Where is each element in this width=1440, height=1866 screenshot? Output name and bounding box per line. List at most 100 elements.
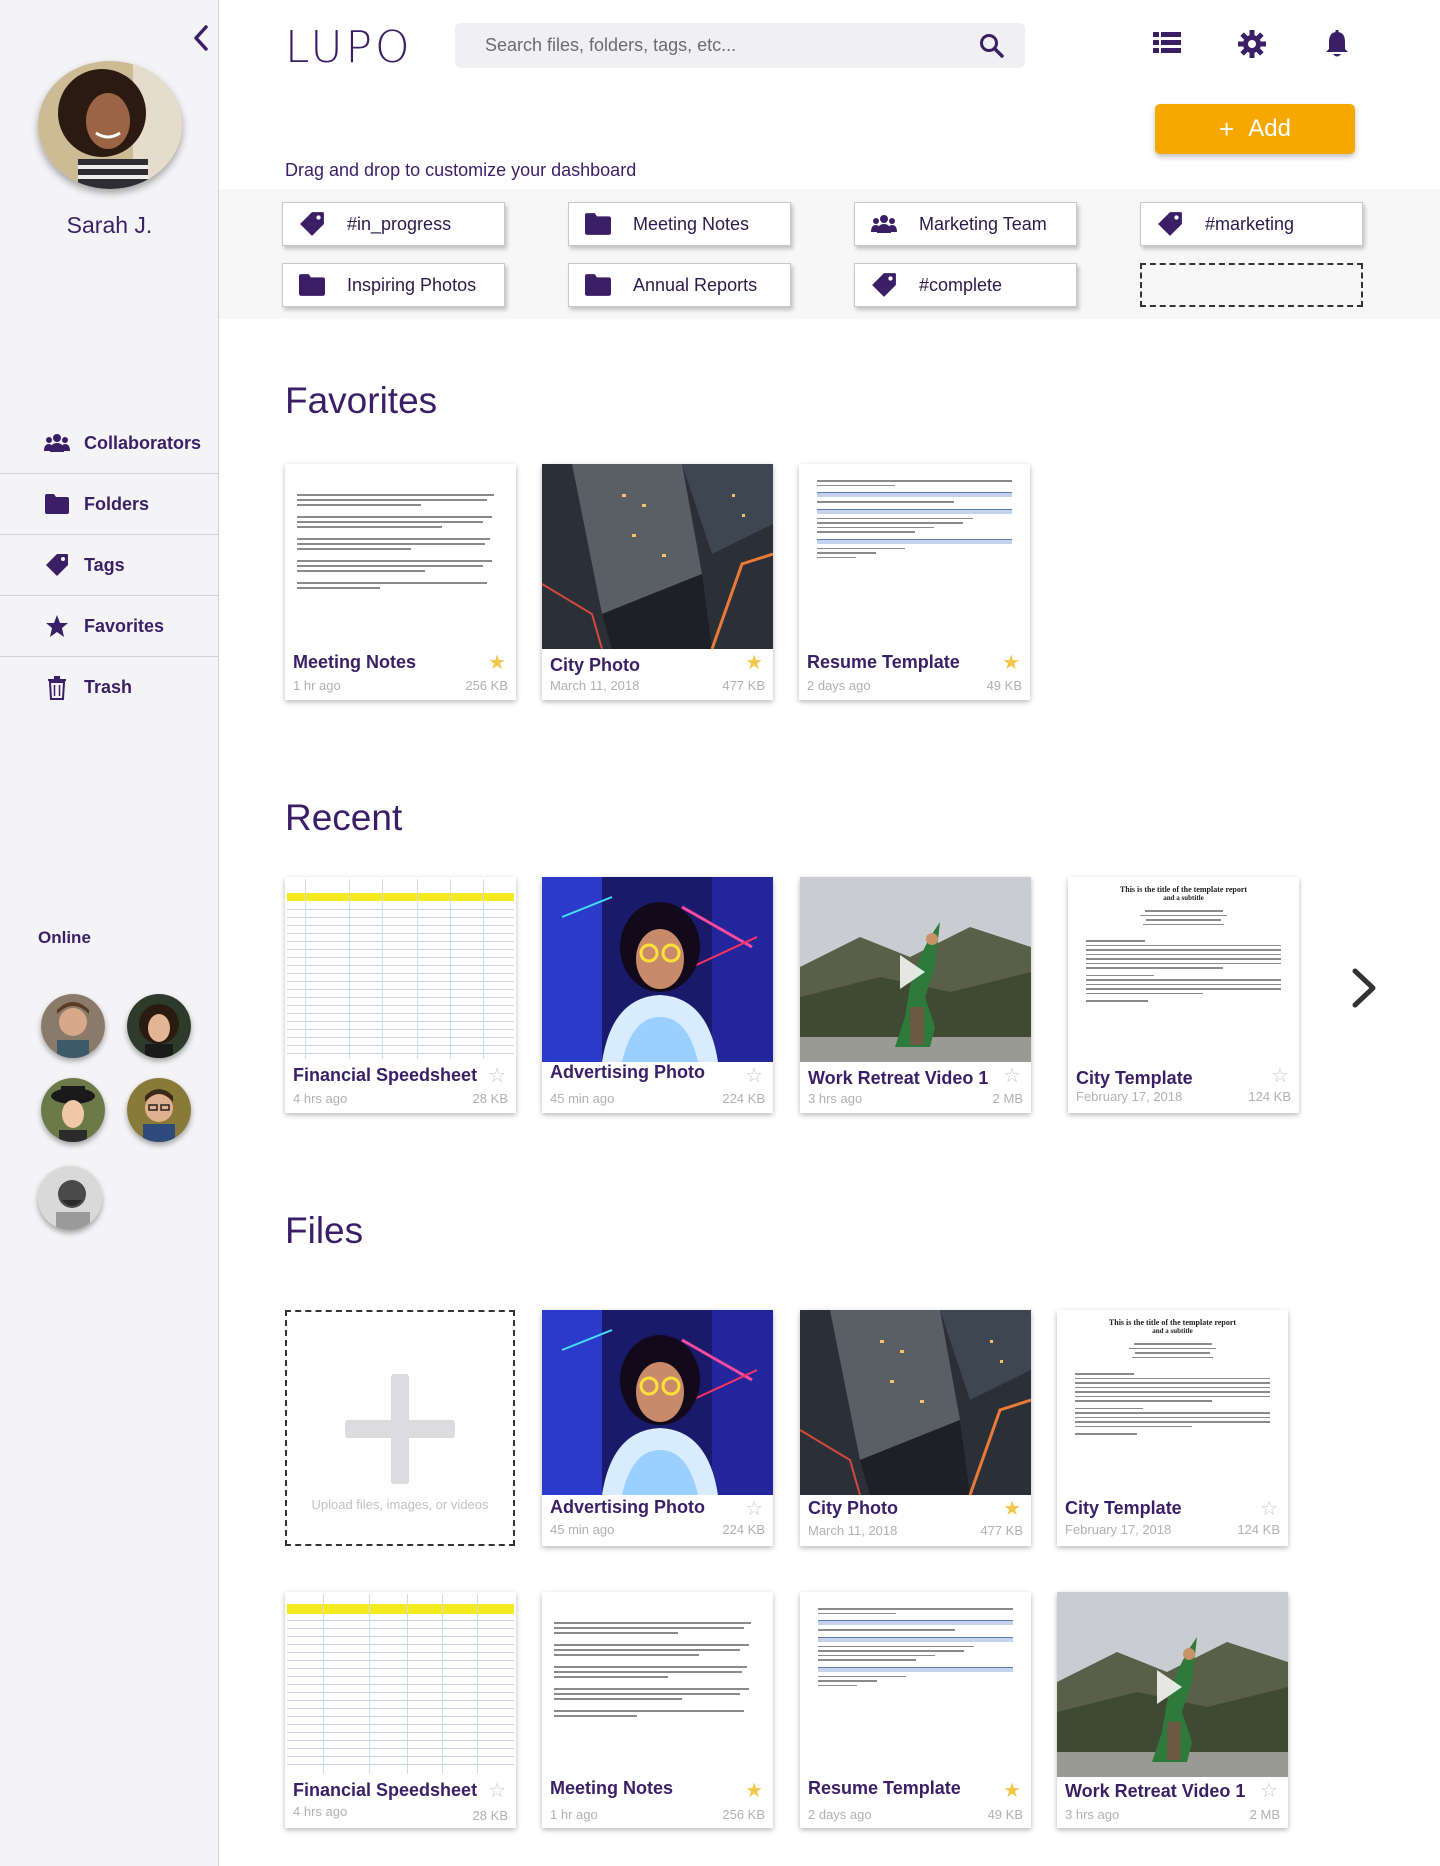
shortcut-meeting-notes[interactable]: Meeting Notes [568,202,791,246]
file-card-resume-template[interactable]: Resume Template ★ 2 days ago 49 KB [800,1592,1031,1828]
search-bar[interactable] [455,23,1025,68]
collapse-sidebar-icon[interactable] [190,24,212,52]
advertising-photo-thumbnail [542,877,773,1062]
list-view-icon[interactable] [1153,30,1183,60]
video-thumbnail [1057,1592,1288,1777]
online-user-avatar[interactable] [41,994,105,1058]
sidebar-item-collaborators[interactable]: Collaborators [0,413,219,474]
file-card-city-template[interactable]: This is the title of the template report… [1068,877,1299,1113]
file-title: Advertising Photo [550,1497,706,1517]
file-date: 1 hr ago [293,678,341,693]
star-icon[interactable]: ☆ [1260,1496,1278,1521]
upload-dropzone[interactable]: Upload files, images, or videos [285,1310,515,1546]
online-user-avatar[interactable] [127,1078,191,1142]
sidebar-item-trash[interactable]: Trash [0,657,219,718]
resume-thumbnail [799,464,1030,649]
gear-icon[interactable] [1238,30,1268,60]
file-card-work-retreat-video[interactable]: Work Retreat Video 1 ☆ 3 hrs ago 2 MB [1057,1592,1288,1828]
star-icon[interactable]: ☆ [1271,1063,1289,1088]
online-user-avatar[interactable] [38,1166,102,1230]
file-card-work-retreat-video[interactable]: Work Retreat Video 1 ☆ 3 hrs ago 2 MB [800,877,1031,1113]
file-date: 4 hrs ago [293,1804,348,1819]
chevron-right-icon[interactable] [1349,965,1379,1011]
sidebar: Sarah J. Collaborators Folders Tags Favo… [0,0,219,1866]
file-title: Meeting Notes [293,652,417,672]
file-title: City Template [1076,1068,1193,1088]
shortcut-label: Annual Reports [633,274,758,295]
sidebar-item-folders[interactable]: Folders [0,474,219,535]
city-photo-thumbnail [542,464,773,649]
sidebar-item-label: Trash [84,677,133,697]
search-input[interactable] [485,35,955,56]
online-user-avatar[interactable] [41,1078,105,1142]
shortcut-label: #in_progress [347,213,452,234]
file-card-advertising-photo[interactable]: Advertising Photo ☆ 45 min ago 224 KB [542,1310,773,1546]
file-size: 49 KB [987,1807,1023,1822]
file-title: City Photo [808,1498,898,1518]
online-user-avatar[interactable] [127,994,191,1058]
file-title: City Photo [550,655,640,675]
shortcut-marketing-tag[interactable]: #marketing [1140,202,1363,246]
add-button[interactable]: + Add [1155,104,1355,154]
file-size: 477 KB [980,1523,1023,1538]
section-title-recent: Recent [285,797,403,838]
star-icon[interactable]: ★ [745,650,763,675]
shortcut-inspiring-photos[interactable]: Inspiring Photos [282,263,505,307]
star-icon[interactable]: ☆ [745,1496,763,1521]
file-card-city-photo[interactable]: City Photo ★ March 11, 2018 477 KB [800,1310,1031,1546]
sidebar-item-tags[interactable]: Tags [0,535,219,596]
file-date: March 11, 2018 [808,1523,898,1538]
plus-icon: + [1219,113,1235,144]
file-card-city-template[interactable]: This is the title of the template report… [1057,1310,1288,1546]
file-size: 28 KB [472,1091,508,1106]
report-thumbnail: This is the title of the template report… [1057,1310,1288,1495]
folder-icon [44,491,70,517]
star-icon[interactable]: ☆ [1260,1778,1278,1803]
star-icon[interactable]: ★ [745,1778,763,1803]
file-card-financial-spreadsheet[interactable]: Financial Speedsheet ☆ 4 hrs ago 28 KB [285,1592,516,1828]
shortcut-complete[interactable]: #complete [854,263,1077,307]
shortcut-annual-reports[interactable]: Annual Reports [568,263,791,307]
file-title: Advertising Photo [550,1062,706,1082]
user-avatar[interactable] [38,61,182,189]
file-card-advertising-photo[interactable]: Advertising Photo ☆ 45 min ago 224 KB [542,877,773,1113]
shortcut-in-progress[interactable]: #in_progress [282,202,505,246]
file-date: 2 days ago [808,1807,872,1822]
online-label: Online [38,928,91,947]
bell-icon[interactable] [1325,30,1355,60]
file-card-city-photo[interactable]: City Photo ★ March 11, 2018 477 KB [542,464,773,700]
report-thumbnail: This is the title of the template report… [1068,877,1299,1062]
file-title: City Template [1065,1498,1182,1518]
file-date: 1 hr ago [550,1807,598,1822]
file-card-financial-spreadsheet[interactable]: Financial Speedsheet ☆ 4 hrs ago 28 KB [285,877,516,1113]
search-icon[interactable] [979,33,1005,64]
star-icon[interactable]: ☆ [745,1063,763,1088]
sidebar-nav: Collaborators Folders Tags Favorites Tra… [0,413,219,718]
file-size: 224 KB [722,1522,765,1537]
report-title: This is the title of the template report [1108,1318,1237,1327]
folder-icon [583,270,613,300]
star-icon[interactable]: ★ [1003,1496,1021,1521]
app-logo[interactable]: LUPO [285,22,413,73]
star-icon[interactable]: ☆ [1003,1063,1021,1088]
star-icon[interactable]: ☆ [488,1778,506,1803]
plus-icon [345,1374,455,1489]
file-size: 49 KB [986,678,1022,693]
sidebar-item-favorites[interactable]: Favorites [0,596,219,657]
video-thumbnail [800,877,1031,1062]
star-icon[interactable]: ★ [488,650,506,675]
city-photo-thumbnail [800,1310,1031,1495]
folder-icon [297,270,327,300]
file-card-meeting-notes[interactable]: Meeting Notes ★ 1 hr ago 256 KB [285,464,516,700]
star-icon[interactable]: ★ [1003,1778,1021,1803]
star-icon[interactable]: ☆ [488,1063,506,1088]
star-icon[interactable]: ★ [1002,650,1020,675]
shortcut-label: Inspiring Photos [347,274,477,295]
trash-icon [44,675,70,701]
file-card-resume-template[interactable]: Resume Template ★ 2 days ago 49 KB [799,464,1030,700]
file-date: 45 min ago [550,1091,615,1106]
file-card-meeting-notes[interactable]: Meeting Notes ★ 1 hr ago 256 KB [542,1592,773,1828]
shortcut-marketing-team[interactable]: Marketing Team [854,202,1077,246]
file-date: 2 days ago [807,678,871,693]
shortcut-drop-slot[interactable] [1140,263,1363,307]
